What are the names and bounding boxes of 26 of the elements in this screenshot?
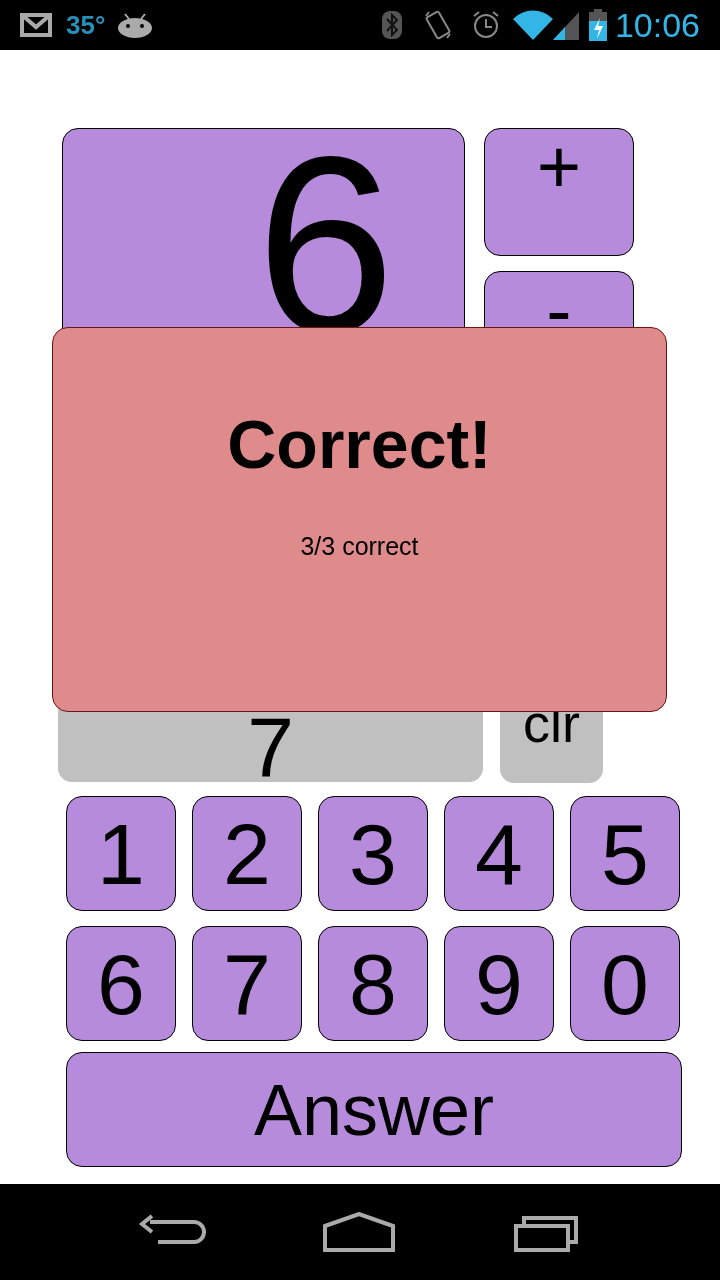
score-text: 3/3 correct [300, 534, 419, 559]
battery-charging-icon [588, 9, 607, 41]
operator-button[interactable]: + [484, 128, 634, 256]
digit-key[interactable]: 7 [192, 926, 302, 1041]
mail-icon [20, 13, 52, 37]
vibrate-icon [422, 8, 453, 42]
answer-value: 7 [247, 714, 294, 780]
temperature-text: 35° [66, 8, 106, 42]
answer-button[interactable]: Answer [66, 1052, 682, 1167]
signal-icon [552, 10, 579, 40]
digit-key[interactable]: 2 [192, 796, 302, 911]
android-icon [117, 12, 154, 38]
digit-key[interactable]: 6 [66, 926, 176, 1041]
digit-key[interactable]: 8 [318, 926, 428, 1041]
dialog-title: Correct! [227, 410, 492, 478]
number-text: 6 [255, 129, 395, 387]
bluetooth-icon [380, 10, 403, 40]
digit-key[interactable]: 5 [570, 796, 680, 911]
home-icon[interactable] [322, 1212, 396, 1252]
digit-key[interactable]: 9 [444, 926, 554, 1041]
clock-text: 10:06 [614, 4, 700, 46]
digit-key[interactable]: 4 [444, 796, 554, 911]
digit-key[interactable]: 0 [570, 926, 680, 1041]
digit-key[interactable]: 1 [66, 796, 176, 911]
digit-key[interactable]: 3 [318, 796, 428, 911]
wifi-icon [512, 10, 553, 40]
